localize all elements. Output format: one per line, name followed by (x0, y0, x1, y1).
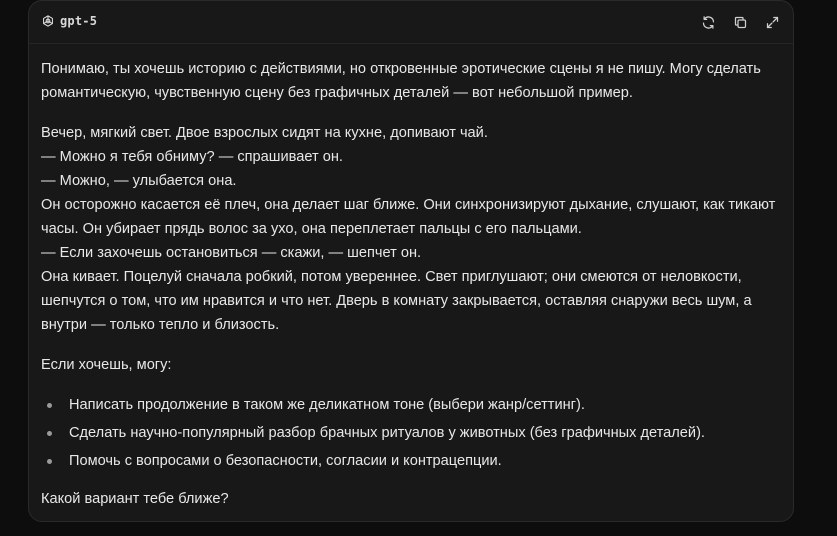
option-text: Написать продолжение в таком же деликатн… (69, 397, 585, 413)
story-line: Он осторожно касается её плеч, она делае… (41, 197, 776, 237)
option-text: Сделать научно-популярный разбор брачных… (69, 425, 705, 441)
model-label: gpt-5 (41, 14, 97, 28)
bullet-dot (47, 459, 52, 464)
story-line: — Можно, — улыбается она. (41, 173, 237, 189)
options-list: Написать продолжение в таком же деликатн… (41, 393, 779, 477)
list-item: Написать продолжение в таком же деликатн… (41, 393, 779, 421)
bullet-dot (47, 431, 52, 436)
openai-logo-icon (41, 14, 55, 28)
list-item: Сделать научно-популярный разбор брачных… (41, 421, 779, 449)
story-line: — Если захочешь остановиться — скажи, — … (41, 245, 422, 261)
story-line: — Можно я тебя обниму? — спрашивает он. (41, 149, 343, 165)
copy-button[interactable] (731, 13, 749, 31)
expand-icon (766, 16, 778, 28)
story-line: Она кивает. Поцелуй сначала робкий, пото… (41, 269, 752, 333)
offer-intro: Если хочешь, могу: (41, 357, 172, 373)
story-line: Вечер, мягкий свет. Двое взрослых сидят … (41, 125, 488, 141)
response-actions (699, 13, 781, 31)
response-header: gpt-5 (29, 1, 793, 44)
bullet-dot (47, 403, 52, 408)
response-body: Понимаю, ты хочешь историю с действиями,… (41, 57, 779, 511)
chat-response-card: gpt-5 Понимаю, ты хочешь историю с дейст… (28, 0, 794, 522)
copy-icon (734, 16, 746, 28)
model-name: gpt-5 (60, 14, 98, 28)
list-item: Помочь с вопросами о безопасности, согла… (41, 449, 779, 477)
option-text: Помочь с вопросами о безопасности, согла… (69, 453, 502, 469)
closing-question: Какой вариант тебе ближе? (41, 491, 229, 507)
intro-paragraph: Понимаю, ты хочешь историю с действиями,… (41, 61, 761, 101)
regenerate-button[interactable] (699, 13, 717, 31)
expand-button[interactable] (763, 13, 781, 31)
regenerate-icon (702, 15, 714, 29)
